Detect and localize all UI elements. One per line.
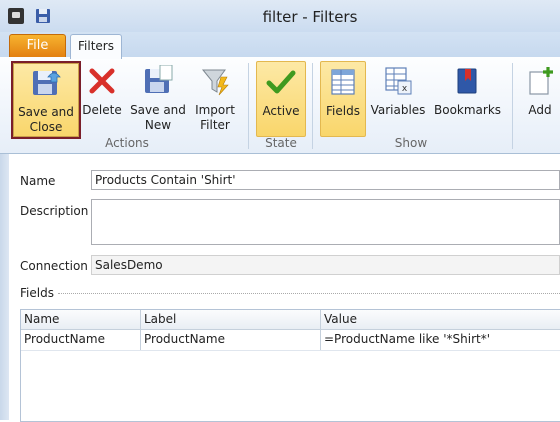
name-field[interactable]: Products Contain 'Shirt' <box>91 170 560 190</box>
import-filter-button[interactable]: Import Filter <box>192 61 238 135</box>
name-label: Name <box>20 174 56 188</box>
variables-icon: x <box>385 67 412 95</box>
save-and-new-button[interactable]: Save and New <box>130 61 186 135</box>
add-button[interactable]: Add <box>520 61 560 135</box>
ribbon: Save and Close Delete Save and New Impor… <box>0 57 560 154</box>
row-name-cell[interactable]: ProductName <box>21 330 140 349</box>
delete-label: Delete <box>82 103 122 117</box>
row-value-cell[interactable]: =ProductName like '*Shirt*' <box>321 330 560 349</box>
column-header-value[interactable]: Value <box>321 310 560 329</box>
bookmarks-label: Bookmarks <box>434 103 502 117</box>
save-and-new-label-1: Save and <box>130 103 186 117</box>
fields-divider <box>58 293 560 294</box>
ribbon-tab-row: File Filters <box>0 32 560 59</box>
connection-field: SalesDemo <box>91 255 560 275</box>
delete-button[interactable]: Delete <box>82 61 122 135</box>
connection-label: Connection <box>20 259 88 273</box>
save-and-close-button[interactable]: Save and Close <box>11 61 81 139</box>
add-icon <box>529 67 553 95</box>
grid-header: Name Label Value <box>21 310 560 330</box>
ribbon-separator <box>312 63 313 149</box>
column-header-name[interactable]: Name <box>21 310 140 329</box>
save-new-icon <box>145 65 173 93</box>
fields-toggle[interactable]: Fields <box>320 61 366 137</box>
save-and-close-label-2: Close <box>29 120 63 134</box>
svg-text:x: x <box>402 84 408 94</box>
bookmark-icon <box>457 68 477 94</box>
fields-section-label: Fields <box>20 286 54 300</box>
fields-label: Fields <box>326 104 360 118</box>
variables-button[interactable]: x Variables <box>370 61 426 135</box>
tab-filters[interactable]: Filters <box>70 34 122 59</box>
variables-label: Variables <box>370 103 426 117</box>
save-close-icon <box>33 71 61 95</box>
ribbon-separator <box>512 63 513 149</box>
active-label: Active <box>262 104 300 118</box>
funnel-icon <box>201 69 229 96</box>
table-row[interactable]: ProductName ProductName =ProductName lik… <box>21 330 560 351</box>
bookmarks-button[interactable]: Bookmarks <box>434 61 502 135</box>
add-label: Add <box>528 103 552 117</box>
title-bar: filter - Filters <box>0 0 560 32</box>
ribbon-separator <box>248 63 249 149</box>
row-label-cell[interactable]: ProductName <box>141 330 320 349</box>
save-and-close-label-1: Save and <box>18 105 74 119</box>
table-icon <box>331 69 355 95</box>
column-header-label[interactable]: Label <box>141 310 320 329</box>
description-label: Description <box>20 204 89 218</box>
left-pane-edge <box>0 154 9 420</box>
checkmark-icon <box>266 70 296 94</box>
active-toggle[interactable]: Active <box>256 61 306 137</box>
fields-grid: Name Label Value ProductName ProductName… <box>20 309 560 422</box>
import-filter-label-1: Import <box>195 103 235 117</box>
actions-group-label: Actions <box>105 136 149 150</box>
window-title: filter - Filters <box>262 8 358 26</box>
delete-icon <box>89 68 115 94</box>
tab-file[interactable]: File <box>9 34 66 58</box>
description-field[interactable] <box>91 199 560 245</box>
show-group-label: Show <box>394 136 428 150</box>
import-filter-label-2: Filter <box>200 118 230 132</box>
state-group-label: State <box>265 136 297 150</box>
save-and-new-label-2: New <box>144 118 172 132</box>
